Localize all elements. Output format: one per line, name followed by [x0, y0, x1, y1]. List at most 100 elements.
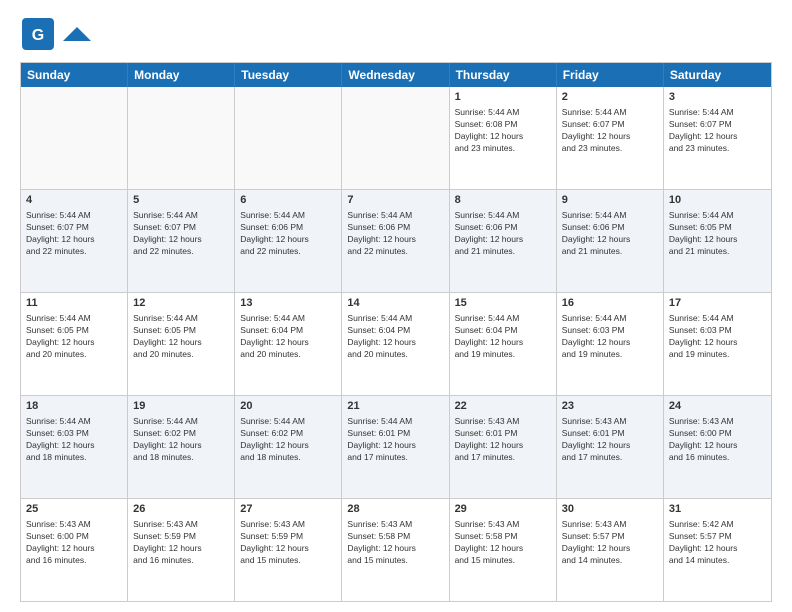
day-cell-26: 26 Sunrise: 5:43 AM Sunset: 5:59 PM Dayli…	[128, 499, 235, 601]
weekday-header-tuesday: Tuesday	[235, 63, 342, 87]
day-cell-17: 17Sunrise: 5:44 AM Sunset: 6:03 PM Dayli…	[664, 293, 771, 395]
day-cell-16: 16 Sunrise: 5:44 AM Sunset: 6:03 PM Dayli…	[557, 293, 664, 395]
calendar-body: 1Sunrise: 5:44 AM Sunset: 6:08 PM Daylig…	[21, 87, 771, 601]
day-info: Sunrise: 5:44 AM Sunset: 6:04 PM Dayligh…	[347, 313, 443, 361]
day-info: Sunrise: 5:44 AM Sunset: 6:05 PM Dayligh…	[669, 210, 766, 258]
calendar-row-3: 18 Sunrise: 5:44 AM Sunset: 6:03 PM Dayli…	[21, 396, 771, 499]
day-number: 16	[562, 296, 658, 311]
day-info: Sunrise: 5:43 AM Sunset: 5:59 PM Dayligh…	[240, 519, 336, 567]
empty-cell	[21, 87, 128, 189]
day-number: 5	[133, 193, 229, 208]
day-cell-25: 25 Sunrise: 5:43 AM Sunset: 6:00 PM Dayli…	[21, 499, 128, 601]
day-cell-5: 5 Sunrise: 5:44 AM Sunset: 6:07 PM Daylig…	[128, 190, 235, 292]
day-cell-14: 14Sunrise: 5:44 AM Sunset: 6:04 PM Dayli…	[342, 293, 449, 395]
day-info: Sunrise: 5:44 AM Sunset: 6:01 PM Dayligh…	[347, 416, 443, 464]
day-number: 25	[26, 502, 122, 517]
day-number: 31	[669, 502, 766, 517]
day-number: 13	[240, 296, 336, 311]
day-cell-9: 9 Sunrise: 5:44 AM Sunset: 6:06 PM Daylig…	[557, 190, 664, 292]
page: G SundayMondayTuesdayWe	[0, 0, 792, 612]
day-info: Sunrise: 5:44 AM Sunset: 6:07 PM Dayligh…	[133, 210, 229, 258]
svg-text:G: G	[32, 27, 44, 44]
day-info: Sunrise: 5:43 AM Sunset: 5:59 PM Dayligh…	[133, 519, 229, 567]
weekday-header-thursday: Thursday	[450, 63, 557, 87]
day-info: Sunrise: 5:44 AM Sunset: 6:07 PM Dayligh…	[26, 210, 122, 258]
day-info: Sunrise: 5:44 AM Sunset: 6:04 PM Dayligh…	[455, 313, 551, 361]
day-cell-30: 30 Sunrise: 5:43 AM Sunset: 5:57 PM Dayli…	[557, 499, 664, 601]
day-number: 21	[347, 399, 443, 414]
day-cell-19: 19 Sunrise: 5:44 AM Sunset: 6:02 PM Dayli…	[128, 396, 235, 498]
day-number: 18	[26, 399, 122, 414]
day-info: Sunrise: 5:44 AM Sunset: 6:02 PM Dayligh…	[133, 416, 229, 464]
logo-arrow-icon	[63, 27, 91, 41]
day-number: 27	[240, 502, 336, 517]
day-info: Sunrise: 5:44 AM Sunset: 6:03 PM Dayligh…	[562, 313, 658, 361]
day-number: 2	[562, 90, 658, 105]
day-cell-18: 18 Sunrise: 5:44 AM Sunset: 6:03 PM Dayli…	[21, 396, 128, 498]
day-number: 28	[347, 502, 443, 517]
day-number: 7	[347, 193, 443, 208]
day-info: Sunrise: 5:43 AM Sunset: 6:01 PM Dayligh…	[562, 416, 658, 464]
day-number: 23	[562, 399, 658, 414]
day-number: 22	[455, 399, 551, 414]
day-number: 30	[562, 502, 658, 517]
weekday-header-sunday: Sunday	[21, 63, 128, 87]
day-info: Sunrise: 5:43 AM Sunset: 6:01 PM Dayligh…	[455, 416, 551, 464]
calendar-row-2: 11 Sunrise: 5:44 AM Sunset: 6:05 PM Dayli…	[21, 293, 771, 396]
day-info: Sunrise: 5:42 AM Sunset: 5:57 PM Dayligh…	[669, 519, 766, 567]
day-cell-15: 15 Sunrise: 5:44 AM Sunset: 6:04 PM Dayli…	[450, 293, 557, 395]
day-number: 19	[133, 399, 229, 414]
day-number: 4	[26, 193, 122, 208]
day-number: 10	[669, 193, 766, 208]
day-info: Sunrise: 5:44 AM Sunset: 6:03 PM Dayligh…	[26, 416, 122, 464]
day-number: 29	[455, 502, 551, 517]
day-number: 26	[133, 502, 229, 517]
day-info: Sunrise: 5:44 AM Sunset: 6:05 PM Dayligh…	[133, 313, 229, 361]
day-info: Sunrise: 5:43 AM Sunset: 6:00 PM Dayligh…	[669, 416, 766, 464]
calendar-row-4: 25 Sunrise: 5:43 AM Sunset: 6:00 PM Dayli…	[21, 499, 771, 601]
empty-cell	[128, 87, 235, 189]
day-cell-21: 21 Sunrise: 5:44 AM Sunset: 6:01 PM Dayli…	[342, 396, 449, 498]
day-info: Sunrise: 5:43 AM Sunset: 5:57 PM Dayligh…	[562, 519, 658, 567]
day-number: 6	[240, 193, 336, 208]
calendar-row-0: 1Sunrise: 5:44 AM Sunset: 6:08 PM Daylig…	[21, 87, 771, 190]
day-info: Sunrise: 5:44 AM Sunset: 6:06 PM Dayligh…	[562, 210, 658, 258]
day-cell-7: 7 Sunrise: 5:44 AM Sunset: 6:06 PM Daylig…	[342, 190, 449, 292]
empty-cell	[235, 87, 342, 189]
weekday-header-monday: Monday	[128, 63, 235, 87]
day-info: Sunrise: 5:44 AM Sunset: 6:07 PM Dayligh…	[669, 107, 766, 155]
day-info: Sunrise: 5:44 AM Sunset: 6:05 PM Dayligh…	[26, 313, 122, 361]
day-cell-23: 23 Sunrise: 5:43 AM Sunset: 6:01 PM Dayli…	[557, 396, 664, 498]
day-info: Sunrise: 5:44 AM Sunset: 6:06 PM Dayligh…	[347, 210, 443, 258]
day-cell-13: 13Sunrise: 5:44 AM Sunset: 6:04 PM Dayli…	[235, 293, 342, 395]
day-info: Sunrise: 5:43 AM Sunset: 5:58 PM Dayligh…	[347, 519, 443, 567]
day-info: Sunrise: 5:44 AM Sunset: 6:02 PM Dayligh…	[240, 416, 336, 464]
day-number: 11	[26, 296, 122, 311]
day-cell-29: 29 Sunrise: 5:43 AM Sunset: 5:58 PM Dayli…	[450, 499, 557, 601]
logo-icon: G	[20, 16, 56, 52]
day-info: Sunrise: 5:43 AM Sunset: 5:58 PM Dayligh…	[455, 519, 551, 567]
day-cell-2: 2Sunrise: 5:44 AM Sunset: 6:07 PM Daylig…	[557, 87, 664, 189]
day-cell-22: 22 Sunrise: 5:43 AM Sunset: 6:01 PM Dayli…	[450, 396, 557, 498]
day-cell-8: 8Sunrise: 5:44 AM Sunset: 6:06 PM Daylig…	[450, 190, 557, 292]
calendar: SundayMondayTuesdayWednesdayThursdayFrid…	[20, 62, 772, 602]
weekday-header-wednesday: Wednesday	[342, 63, 449, 87]
calendar-header: SundayMondayTuesdayWednesdayThursdayFrid…	[21, 63, 771, 87]
day-number: 15	[455, 296, 551, 311]
day-cell-1: 1Sunrise: 5:44 AM Sunset: 6:08 PM Daylig…	[450, 87, 557, 189]
day-info: Sunrise: 5:44 AM Sunset: 6:06 PM Dayligh…	[240, 210, 336, 258]
weekday-header-friday: Friday	[557, 63, 664, 87]
day-cell-24: 24Sunrise: 5:43 AM Sunset: 6:00 PM Dayli…	[664, 396, 771, 498]
day-info: Sunrise: 5:43 AM Sunset: 6:00 PM Dayligh…	[26, 519, 122, 567]
header: G	[20, 16, 772, 52]
day-cell-11: 11 Sunrise: 5:44 AM Sunset: 6:05 PM Dayli…	[21, 293, 128, 395]
day-cell-31: 31 Sunrise: 5:42 AM Sunset: 5:57 PM Dayli…	[664, 499, 771, 601]
calendar-row-1: 4 Sunrise: 5:44 AM Sunset: 6:07 PM Daylig…	[21, 190, 771, 293]
day-number: 9	[562, 193, 658, 208]
day-info: Sunrise: 5:44 AM Sunset: 6:03 PM Dayligh…	[669, 313, 766, 361]
day-info: Sunrise: 5:44 AM Sunset: 6:06 PM Dayligh…	[455, 210, 551, 258]
day-number: 20	[240, 399, 336, 414]
empty-cell	[342, 87, 449, 189]
day-number: 1	[455, 90, 551, 105]
day-number: 3	[669, 90, 766, 105]
